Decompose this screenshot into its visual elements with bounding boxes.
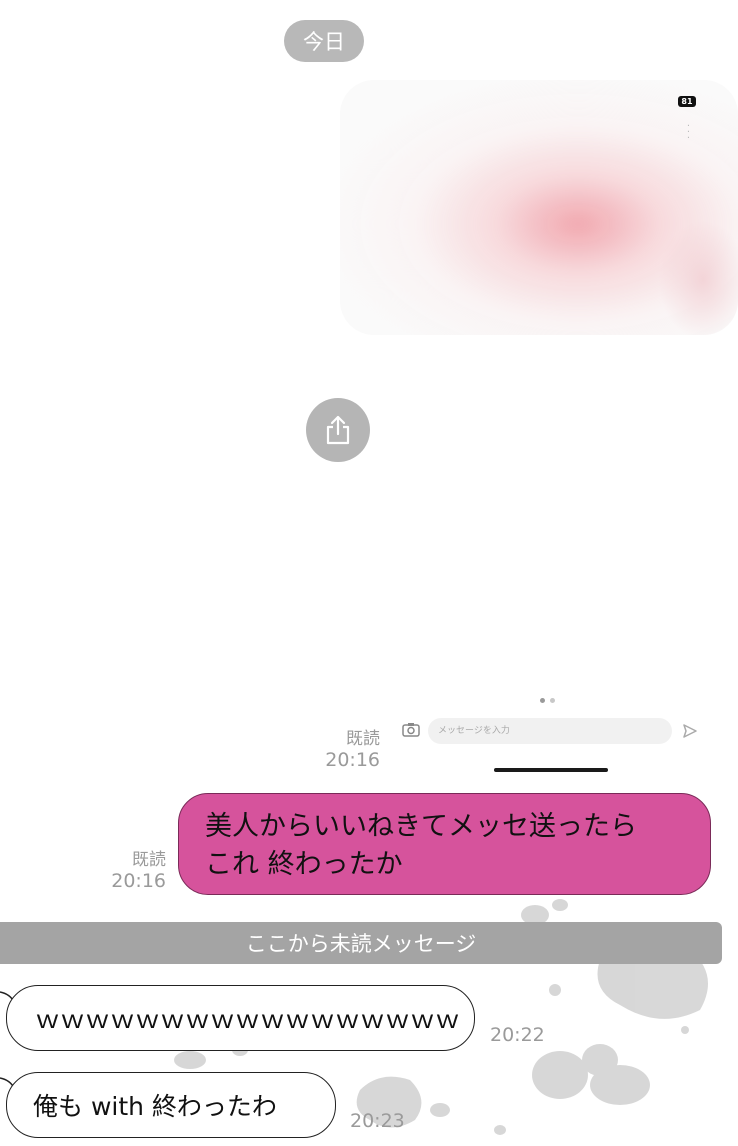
image-page-indicator (540, 698, 555, 703)
message-text-line: 美人からいいねきてメッセ送ったら (205, 811, 637, 842)
read-receipt: 既読 (132, 850, 166, 870)
message-text: ｗｗｗｗｗｗｗｗｗｗｗｗｗｗｗｗｗ (35, 1005, 461, 1034)
message-input-preview: メッセージを入力 (428, 718, 672, 744)
message-time: 20:16 (111, 870, 166, 892)
read-receipt: 既読 (346, 729, 380, 749)
message-text-line: これ 終わったか (205, 849, 403, 880)
message-time: 20:22 (490, 1024, 545, 1046)
message-time: 20:23 (350, 1110, 405, 1132)
home-indicator (494, 768, 608, 772)
page-dot (540, 698, 545, 703)
unread-divider: ここから未読メッセージ (0, 922, 722, 964)
battery-badge: 81 (678, 96, 696, 107)
incoming-message-bubble[interactable]: 俺も with 終わったわ (6, 1072, 336, 1138)
share-button[interactable] (306, 398, 370, 462)
date-divider: 今日 (284, 20, 364, 62)
message-time: 20:16 (325, 749, 380, 771)
message-text: 俺も with 終わったわ (33, 1092, 277, 1121)
shared-image[interactable]: 81 · · · (340, 80, 738, 335)
blurred-content (658, 220, 738, 335)
send-icon (683, 724, 697, 738)
outgoing-message-bubble[interactable]: 美人からいいねきてメッセ送ったら これ 終わったか (178, 793, 711, 895)
more-icon: · · · (686, 121, 690, 144)
page-dot (550, 698, 555, 703)
camera-icon (402, 723, 420, 737)
share-icon (326, 415, 350, 445)
incoming-message-bubble[interactable]: ｗｗｗｗｗｗｗｗｗｗｗｗｗｗｗｗｗ (6, 985, 475, 1051)
message-meta: 既読 20:16 (310, 724, 380, 771)
message-meta: 既読 20:16 (96, 845, 166, 892)
